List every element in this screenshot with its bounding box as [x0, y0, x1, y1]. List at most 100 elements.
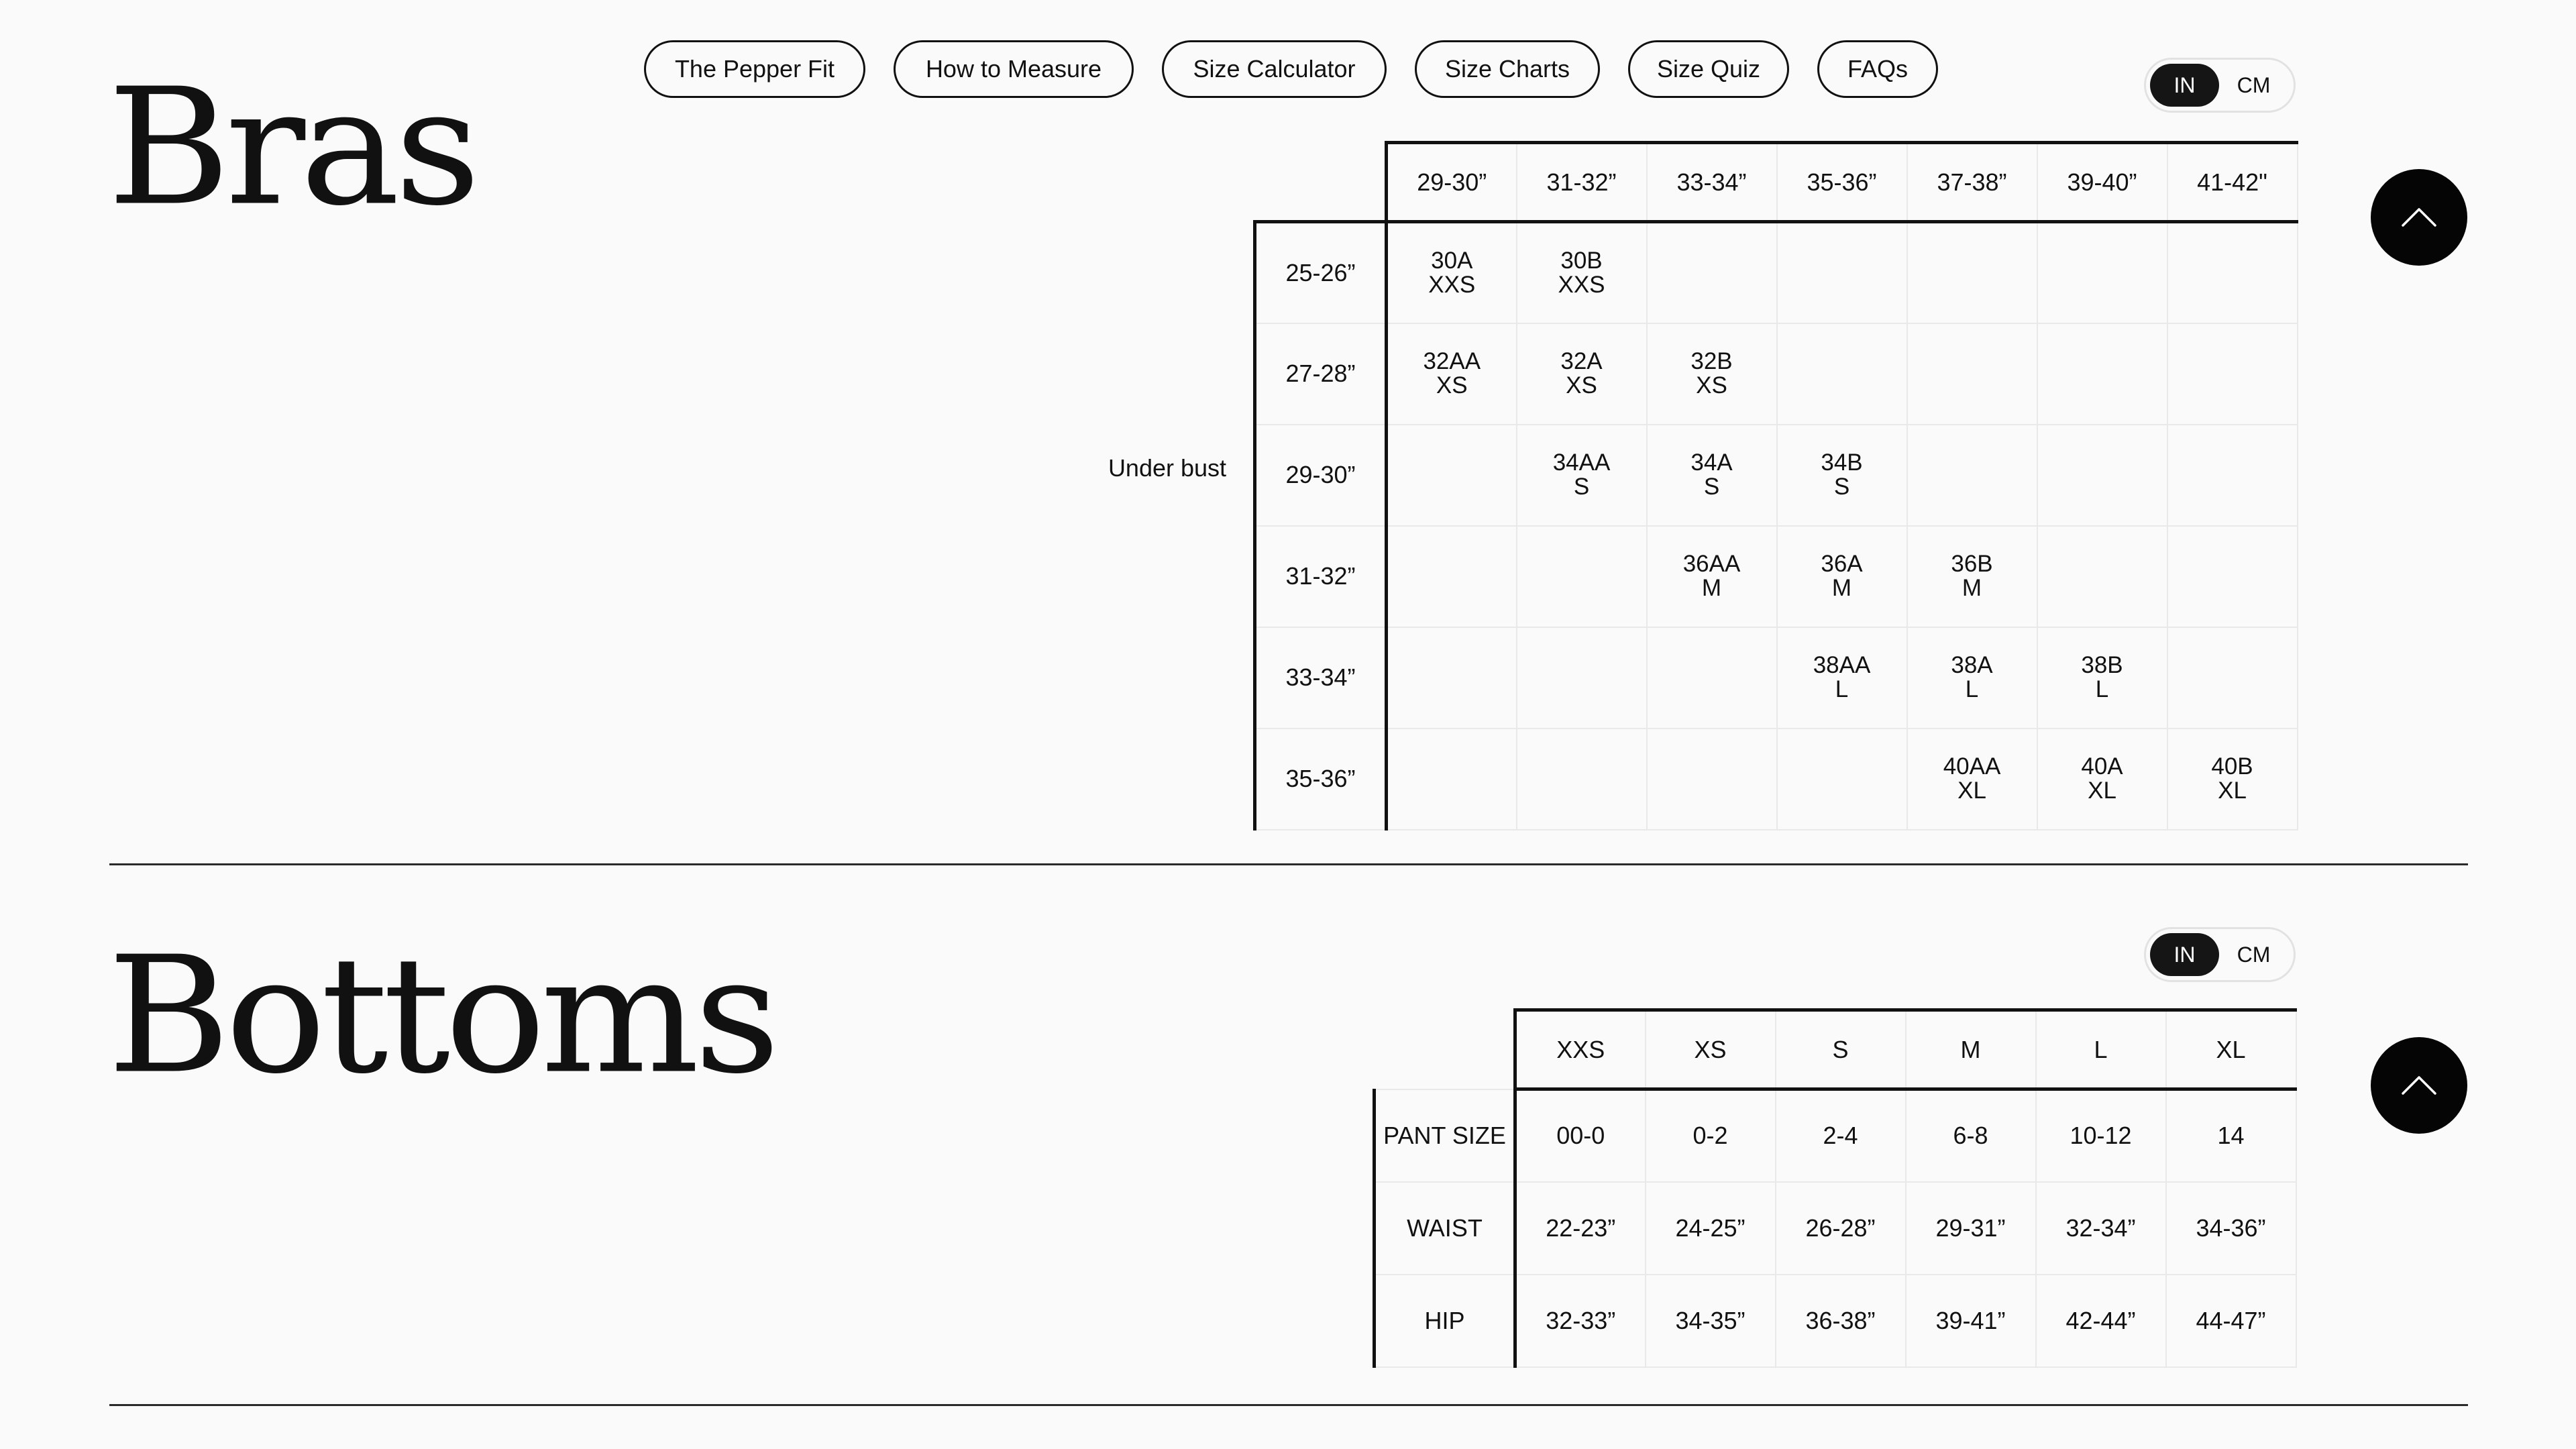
bra-size-cell: 34AA S [1515, 423, 1648, 527]
bra-size-label: 32A [1560, 348, 1603, 374]
bra-table-row: 35-36” 40AA XL 40A XL 40B XL [1253, 727, 2298, 830]
bra-band-label: XL [2088, 777, 2116, 804]
bottoms-size-cell: 34-35” [1644, 1273, 1776, 1368]
bras-scroll-top-button[interactable] [2371, 169, 2467, 266]
bra-size-cell [2036, 525, 2168, 628]
bra-size-label: 40B [2211, 753, 2253, 780]
bottoms-size-cell: 26-28” [1774, 1181, 1907, 1275]
nav-size-calculator-button[interactable]: Size Calculator [1162, 40, 1387, 98]
bottoms-size-cell: 14 [2165, 1088, 2297, 1183]
bottoms-scroll-top-button[interactable] [2371, 1037, 2467, 1134]
bra-size-cell: 40AA XL [1906, 727, 2038, 830]
bra-table-row: 27-28” 32AA XS 32A XS 32B XS [1253, 322, 2298, 425]
bottoms-header-row: XXS XS S M L XL [1375, 1008, 2297, 1091]
bra-size-chart: 29-30” 31-32” 33-34” 35-36” 37-38” 39-40” 41-4… [1253, 141, 2298, 830]
bottoms-size-cell: 32-34” [2035, 1181, 2167, 1275]
bra-size-cell [2036, 221, 2168, 324]
nav-how-to-measure-button[interactable]: How to Measure [894, 40, 1134, 98]
bra-size-cell: 38A L [1906, 626, 2038, 729]
bra-band-label: XXS [1558, 271, 1605, 298]
chevron-up-icon [2402, 1076, 2436, 1095]
bra-size-label: 34B [1821, 449, 1863, 476]
bra-size-cell [1906, 221, 2038, 324]
bottoms-column-header: XL [2165, 1008, 2297, 1091]
bra-size-label: 32AA [1423, 348, 1481, 374]
bottoms-row-header: PANT SIZE [1373, 1088, 1517, 1183]
bra-row-header: 25-26” [1253, 220, 1388, 324]
bra-size-label: 34AA [1552, 449, 1611, 476]
bottoms-unit-cm-button[interactable]: CM [2219, 933, 2288, 976]
nav-size-quiz-button[interactable]: Size Quiz [1628, 40, 1789, 98]
bottoms-size-cell: 2-4 [1774, 1088, 1907, 1183]
bra-size-cell [1906, 322, 2038, 425]
nav-size-charts-button[interactable]: Size Charts [1415, 40, 1600, 98]
bottoms-size-cell: 0-2 [1644, 1088, 1776, 1183]
bra-band-label: XS [1436, 372, 1468, 398]
bottoms-section-title: Bottoms [107, 921, 780, 1110]
nav-faqs-button[interactable]: FAQs [1817, 40, 1938, 98]
bra-row-header: 29-30” [1253, 423, 1388, 527]
bra-size-label: 30A [1431, 247, 1473, 274]
bra-band-label: L [2095, 676, 2109, 702]
bottoms-size-cell: 34-36” [2165, 1181, 2297, 1275]
bottoms-column-header: XS [1644, 1008, 1776, 1091]
bra-size-label: 40A [2081, 753, 2123, 780]
bras-unit-cm-button[interactable]: CM [2219, 64, 2288, 107]
bra-column-header: 31-32” [1515, 141, 1648, 223]
bottoms-row-header: WAIST [1373, 1181, 1517, 1275]
bottoms-unit-in-button[interactable]: IN [2150, 933, 2219, 976]
bra-size-cell [2166, 423, 2298, 527]
section-divider [109, 863, 2468, 865]
bra-size-label: 36A [1821, 551, 1863, 577]
bra-size-cell: 34A S [1646, 423, 1778, 527]
bra-size-cell: 30A XXS [1385, 221, 1517, 324]
bra-size-cell: 32B XS [1646, 322, 1778, 425]
bra-size-cell [1646, 221, 1778, 324]
bottoms-size-cell: 44-47” [2165, 1273, 2297, 1368]
bra-size-label: 34A [1690, 449, 1733, 476]
bra-size-cell [2166, 322, 2298, 425]
bra-band-label: M [1831, 575, 1852, 601]
bra-table-row: 31-32” 36AA M 36A M 36B M [1253, 525, 2298, 628]
bra-size-cell [1906, 423, 2038, 527]
bra-size-cell [1385, 727, 1517, 830]
bra-band-label: L [1965, 676, 1979, 702]
nav-pepper-fit-button[interactable]: The Pepper Fit [644, 40, 865, 98]
bras-unit-in-button[interactable]: IN [2150, 64, 2219, 107]
bra-size-cell [1646, 626, 1778, 729]
bottoms-table-row: HIP 32-33” 34-35” 36-38” 39-41” 42-44” 44-47” [1373, 1273, 2297, 1368]
bra-size-cell [1385, 423, 1517, 527]
bra-size-label: 38B [2081, 652, 2123, 678]
bottoms-column-header: M [1904, 1008, 2037, 1091]
bra-size-cell [2166, 525, 2298, 628]
bra-column-header: 39-40” [2036, 141, 2168, 223]
bra-band-label: XS [1696, 372, 1727, 398]
bra-size-cell [1515, 727, 1648, 830]
bra-size-cell: 32A XS [1515, 322, 1648, 425]
bra-size-cell [1776, 727, 1908, 830]
bra-size-cell [2166, 221, 2298, 324]
chevron-up-icon [2402, 208, 2436, 227]
bra-size-label: 32B [1690, 348, 1733, 374]
bottoms-size-cell: 32-33” [1514, 1273, 1646, 1368]
bra-size-cell [1385, 525, 1517, 628]
bra-table-corner [1255, 143, 1387, 222]
bottoms-table-row: WAIST 22-23” 24-25” 26-28” 29-31” 32-34” 34-36… [1373, 1181, 2297, 1275]
bottoms-table-row: PANT SIZE 00-0 0-2 2-4 6-8 10-12 14 [1373, 1088, 2297, 1183]
bottoms-size-cell: 22-23” [1514, 1181, 1646, 1275]
bra-column-header: 33-34” [1646, 141, 1778, 223]
bra-column-header: 29-30” [1385, 141, 1517, 223]
bra-table-row: 25-26” 30A XXS 30B XXS [1253, 220, 2298, 324]
bra-band-label: XL [2218, 777, 2247, 804]
bra-band-label: XL [1957, 777, 1986, 804]
bra-size-cell: 36AA M [1646, 525, 1778, 628]
bottoms-unit-toggle: IN CM [2144, 927, 2296, 982]
bra-band-label: M [1701, 575, 1722, 601]
bottoms-size-chart: XXS XS S M L XL PANT SIZE 00-0 0-2 2-4 6-8 10-12 14… [1373, 1008, 2297, 1368]
bra-size-cell [1646, 727, 1778, 830]
under-bust-label: Under bust [1108, 454, 1227, 482]
bottoms-size-cell: 24-25” [1644, 1181, 1776, 1275]
bra-size-cell: 34B S [1776, 423, 1908, 527]
bra-band-label: S [1703, 474, 1720, 500]
bra-band-label: L [1835, 676, 1849, 702]
